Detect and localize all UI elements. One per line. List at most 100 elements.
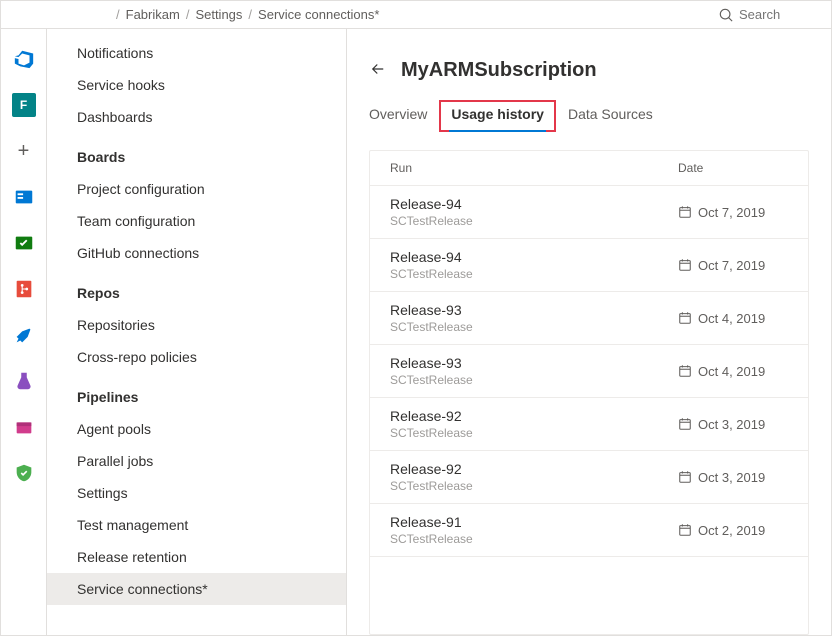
rail-artifacts[interactable]: [2, 405, 46, 449]
table-row[interactable]: Release-93SCTestReleaseOct 4, 2019: [370, 292, 808, 345]
search-box[interactable]: [711, 7, 831, 22]
sidebar-item[interactable]: Notifications: [47, 37, 346, 69]
table-row[interactable]: Release-93 SCTestReleaseOct 4, 2019: [370, 345, 808, 398]
shield-icon: [13, 462, 35, 484]
title-row: MyARMSubscription: [369, 59, 809, 82]
main-content: MyARMSubscription OverviewUsage historyD…: [347, 29, 831, 635]
search-icon: [719, 8, 733, 22]
run-pipeline: SCTestRelease: [390, 320, 678, 334]
usage-history-table: Run Date Release-94SCTestReleaseOct 7, 2…: [369, 150, 809, 635]
cell-date: Oct 3, 2019: [678, 470, 788, 485]
cell-run: Release-94 SCTestRelease: [390, 196, 678, 228]
tab-data-sources[interactable]: Data Sources: [556, 100, 665, 132]
run-pipeline: SCTestRelease: [390, 214, 678, 228]
page-title: MyARMSubscription: [401, 59, 597, 82]
cell-run: Release-91 SCTestRelease: [390, 514, 678, 546]
run-name: Release-94: [390, 196, 678, 212]
table-row[interactable]: Release-91 SCTestReleaseOct 2, 2019: [370, 504, 808, 557]
cell-date: Oct 3, 2019: [678, 417, 788, 432]
project-avatar: F: [12, 93, 36, 117]
back-button[interactable]: [369, 60, 387, 81]
cell-date: Oct 2, 2019: [678, 523, 788, 538]
calendar-icon: [678, 258, 692, 272]
repos-icon: [13, 278, 35, 300]
breadcrumb: / Fabrikam / Settings / Service connecti…: [1, 7, 711, 22]
artifacts-icon: [13, 416, 35, 438]
breadcrumb-item[interactable]: Settings: [195, 7, 242, 22]
run-name: Release-92: [390, 408, 678, 424]
cell-run: Release-93 SCTestRelease: [390, 355, 678, 387]
rail-repos[interactable]: [2, 267, 46, 311]
sidebar-heading: Boards: [47, 133, 346, 173]
run-pipeline: SCTestRelease: [390, 426, 678, 440]
column-header-date[interactable]: Date: [678, 161, 788, 175]
breadcrumb-sep: /: [116, 7, 120, 22]
testplans-icon: [13, 370, 35, 392]
rail-project-avatar[interactable]: F: [2, 83, 46, 127]
workitems-icon: [13, 232, 35, 254]
sidebar-item[interactable]: Team configuration: [47, 205, 346, 237]
rail-security[interactable]: [2, 451, 46, 495]
topbar: / Fabrikam / Settings / Service connecti…: [1, 1, 831, 29]
run-name: Release-93: [390, 355, 678, 371]
sidebar-heading: Pipelines: [47, 373, 346, 413]
rail-workitems[interactable]: [2, 221, 46, 265]
sidebar-item[interactable]: Repositories: [47, 309, 346, 341]
sidebar-item[interactable]: Service connections*: [47, 573, 346, 605]
tabs: OverviewUsage historyData Sources: [369, 100, 809, 132]
arrow-left-icon: [369, 60, 387, 78]
run-pipeline: SCTestRelease: [390, 267, 678, 281]
cell-date: Oct 7, 2019: [678, 258, 788, 273]
breadcrumb-sep: /: [248, 7, 252, 22]
settings-sidebar[interactable]: NotificationsService hooksDashboardsBoar…: [47, 29, 347, 635]
sidebar-heading: Repos: [47, 269, 346, 309]
calendar-icon: [678, 417, 692, 431]
rail-boards[interactable]: [2, 175, 46, 219]
calendar-icon: [678, 364, 692, 378]
sidebar-item[interactable]: GitHub connections: [47, 237, 346, 269]
rail-add[interactable]: +: [2, 129, 46, 173]
sidebar-item[interactable]: Agent pools: [47, 413, 346, 445]
tab-overview[interactable]: Overview: [369, 100, 439, 132]
cell-date: Oct 7, 2019: [678, 205, 788, 220]
cell-date: Oct 4, 2019: [678, 311, 788, 326]
table-row[interactable]: Release-92 SCTestReleaseOct 3, 2019: [370, 398, 808, 451]
breadcrumb-item[interactable]: Fabrikam: [126, 7, 180, 22]
calendar-icon: [678, 470, 692, 484]
sidebar-item[interactable]: Dashboards: [47, 101, 346, 133]
cell-run: Release-92 SCTestRelease: [390, 408, 678, 440]
sidebar-item[interactable]: Project configuration: [47, 173, 346, 205]
boards-icon: [13, 186, 35, 208]
pipelines-icon: [13, 324, 35, 346]
sidebar-item[interactable]: Test management: [47, 509, 346, 541]
rail-testplans[interactable]: [2, 359, 46, 403]
cell-run: Release-93SCTestRelease: [390, 302, 678, 334]
tab-usage-history[interactable]: Usage history: [439, 100, 556, 132]
run-name: Release-94: [390, 249, 678, 265]
sidebar-item[interactable]: Cross-repo policies: [47, 341, 346, 373]
sidebar-item[interactable]: Settings: [47, 477, 346, 509]
calendar-icon: [678, 523, 692, 537]
search-input[interactable]: [739, 7, 809, 22]
table-row[interactable]: Release-92SCTestReleaseOct 3, 2019: [370, 451, 808, 504]
cell-date: Oct 4, 2019: [678, 364, 788, 379]
table-row[interactable]: Release-94 SCTestReleaseOct 7, 2019: [370, 239, 808, 292]
sidebar-item[interactable]: Service hooks: [47, 69, 346, 101]
run-pipeline: SCTestRelease: [390, 373, 678, 387]
nav-rail: F +: [1, 29, 47, 635]
sidebar-item[interactable]: Release retention: [47, 541, 346, 573]
table-row[interactable]: Release-94 SCTestReleaseOct 7, 2019: [370, 186, 808, 239]
plus-icon: +: [18, 140, 30, 163]
sidebar-item[interactable]: Parallel jobs: [47, 445, 346, 477]
rail-pipelines[interactable]: [2, 313, 46, 357]
breadcrumb-item[interactable]: Service connections*: [258, 7, 379, 22]
column-header-run[interactable]: Run: [390, 161, 678, 175]
azure-devops-icon: [13, 48, 35, 70]
table-header: Run Date: [370, 151, 808, 186]
run-name: Release-91: [390, 514, 678, 530]
run-pipeline: SCTestRelease: [390, 532, 678, 546]
cell-run: Release-92SCTestRelease: [390, 461, 678, 493]
run-name: Release-92: [390, 461, 678, 477]
calendar-icon: [678, 311, 692, 325]
rail-logo[interactable]: [2, 37, 46, 81]
